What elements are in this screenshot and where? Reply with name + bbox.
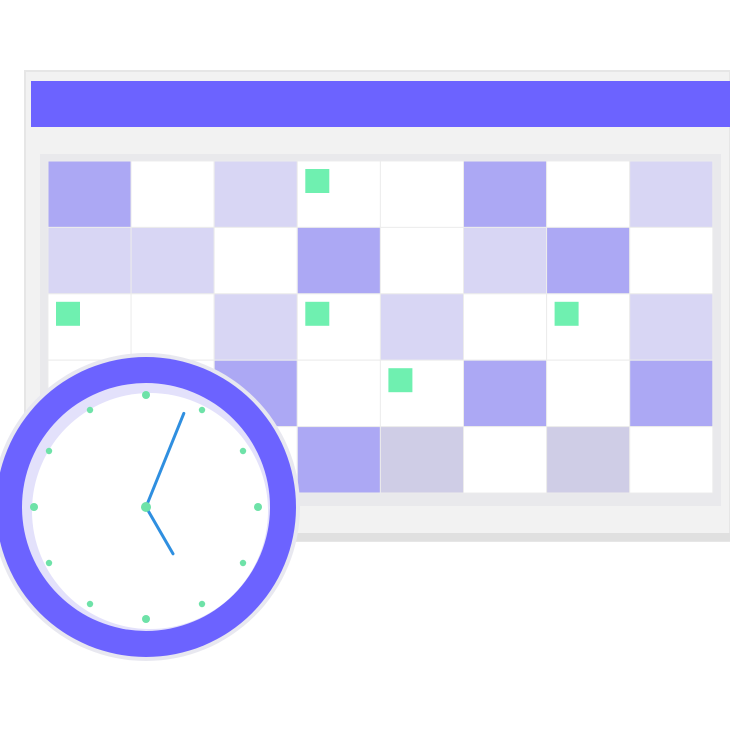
event-marker (305, 169, 330, 193)
calendar-day-cell (629, 160, 714, 228)
calendar-day-cell (379, 293, 464, 361)
calendar-day-cell (463, 359, 548, 428)
schedule-illustration (0, 70, 730, 661)
calendar-day-cell (130, 226, 215, 295)
clock-hour-mark (254, 503, 262, 511)
calendar-day-cell (47, 226, 132, 295)
calendar-day-cell (546, 426, 631, 494)
clock-hour-mark (86, 600, 94, 608)
calendar-day-cell (296, 226, 381, 295)
clock-hour-mark (45, 559, 53, 567)
calendar-day-cell (546, 359, 631, 428)
calendar-day-cell (629, 293, 714, 361)
clock-center-pin (141, 502, 151, 512)
clock-hour-mark (239, 559, 247, 567)
calendar-day-cell (546, 226, 631, 295)
calendar-day-cell (213, 160, 298, 228)
clock-hour-mark (86, 406, 94, 414)
calendar-day-cell (130, 293, 215, 361)
clock (0, 353, 300, 661)
calendar-day-cell (47, 160, 132, 228)
calendar-day-cell (296, 426, 381, 494)
event-marker (56, 301, 80, 326)
clock-hour-mark (142, 391, 150, 399)
event-marker (388, 368, 413, 393)
event-marker (554, 301, 579, 326)
clock-hour-mark (198, 406, 206, 414)
calendar-day-cell (379, 426, 464, 494)
clock-hour-mark (142, 615, 150, 623)
clock-hour-mark (239, 447, 247, 455)
calendar-day-cell (463, 293, 548, 361)
calendar-day-cell (629, 226, 714, 295)
calendar-day-cell (213, 293, 298, 361)
clock-hour-mark (45, 447, 53, 455)
calendar-header-bar (31, 81, 730, 127)
calendar-day-cell (296, 359, 381, 428)
calendar-day-cell (629, 359, 714, 428)
calendar-day-cell (130, 160, 215, 228)
clock-hour-mark (30, 503, 38, 511)
clock-hour-mark (198, 600, 206, 608)
calendar-day-cell (463, 226, 548, 295)
calendar-day-cell (213, 226, 298, 295)
illustration-stage (0, 0, 730, 730)
calendar-day-cell (629, 426, 714, 494)
calendar-day-cell (463, 160, 548, 228)
calendar-day-cell (546, 160, 631, 228)
calendar-day-cell (463, 426, 548, 494)
event-marker (305, 301, 330, 326)
calendar-day-cell (379, 226, 464, 295)
calendar-day-cell (379, 160, 464, 228)
